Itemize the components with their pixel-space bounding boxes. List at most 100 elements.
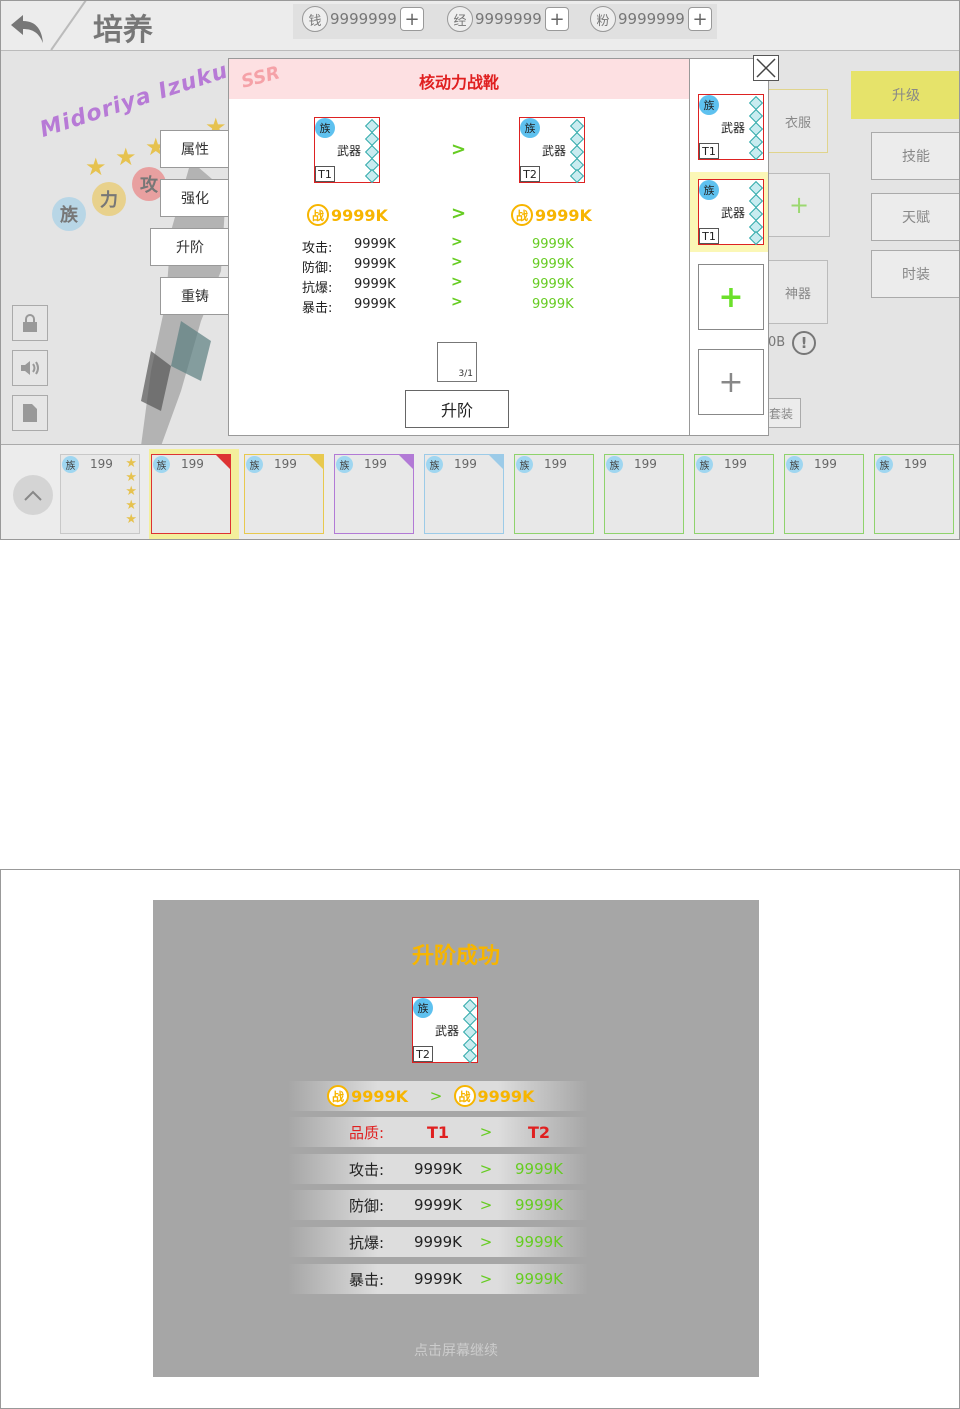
document-icon[interactable] <box>12 395 48 431</box>
power-next: 战 9999K <box>511 204 592 226</box>
stat-next: 9999K <box>514 1160 563 1178</box>
item-slot[interactable]: 族 199 <box>694 454 774 534</box>
add-equip-button-empty[interactable]: + <box>698 349 764 415</box>
stat-label: 抗爆: <box>348 1233 384 1252</box>
item-slot[interactable]: 族 199 <box>784 454 864 534</box>
stat-next: 9999K <box>532 277 574 292</box>
equip-card-current: 族 武器 T1 <box>314 117 380 184</box>
fans-icon: 粉 <box>590 6 616 32</box>
power-value: 9999K <box>351 1086 408 1106</box>
chevron-up-icon[interactable] <box>13 475 53 515</box>
arrow-icon: > <box>451 203 467 224</box>
menu-enhance[interactable]: 强化 <box>160 179 230 217</box>
stat-next: 9999K <box>514 1270 563 1288</box>
stat-next: 9999K <box>514 1233 563 1251</box>
item-slot[interactable]: 族 199 <box>604 454 684 534</box>
tab-talent[interactable]: 天赋 <box>871 193 959 241</box>
stat-label: 攻击: <box>302 241 333 256</box>
menu-reforge[interactable]: 重铸 <box>160 277 230 315</box>
menu-attributes[interactable]: 属性 <box>160 130 230 168</box>
item-level: 199 <box>364 457 387 471</box>
star-icon: ★ <box>115 143 137 171</box>
clothes-slot[interactable]: 衣服 <box>768 89 828 153</box>
info-icon[interactable]: ! <box>792 331 816 355</box>
arrow-icon: > <box>479 1270 493 1288</box>
item-bar: 族 199 ★ ★ ★ ★ ★ 族 199 族 199 族 199 族 199 族 199 族 199 族 199 族 19… <box>1 444 959 539</box>
arrow-icon: > <box>479 1123 493 1141</box>
power-icon: 战 <box>327 1085 350 1107</box>
stat-current: 9999K <box>413 1270 462 1288</box>
clan-icon: 族 <box>516 456 533 473</box>
add-fans-button[interactable]: + <box>688 7 712 31</box>
tap-to-continue[interactable]: 点击屏幕继续 <box>153 1340 759 1360</box>
stat-current: 9999K <box>413 1160 462 1178</box>
item-level: 199 <box>181 457 204 471</box>
tier-label: T2 <box>520 166 540 182</box>
equip-name: 武器 <box>336 144 361 158</box>
diamond-icon <box>462 1048 478 1064</box>
tier-label: T1 <box>699 143 719 159</box>
coin-icon: 钱 <box>302 6 328 32</box>
quality-label: 品质: <box>348 1123 384 1142</box>
currency-fans: 粉 9999999 + <box>590 6 712 32</box>
page-title: 培养 <box>93 13 153 48</box>
result-stat-row: 抗爆: 9999K > 9999K <box>288 1227 588 1257</box>
item-slot[interactable]: 族 199 <box>424 454 504 534</box>
rarity-corner <box>309 455 323 469</box>
equip-option-card-selected[interactable]: 族 武器 T1 <box>698 179 764 246</box>
add-coin-button[interactable]: + <box>400 7 424 31</box>
clan-icon: 族 <box>606 456 623 473</box>
item-slot[interactable]: 族 199 <box>151 454 231 534</box>
item-slot[interactable]: 族 199 <box>244 454 324 534</box>
tab-upgrade[interactable]: 升级 <box>851 71 959 119</box>
item-slot[interactable]: 族 199 ★ ★ ★ ★ ★ <box>60 454 140 534</box>
top-header: 培养 钱 9999999 + 经 9999999 + 粉 9999999 + <box>1 1 959 51</box>
equip-name: 武器 <box>720 206 745 220</box>
material-slot[interactable]: 3/1 <box>437 342 477 382</box>
lock-icon[interactable] <box>12 305 48 341</box>
exp-icon: 经 <box>447 6 473 32</box>
clan-icon: 族 <box>426 456 443 473</box>
currency-exp: 经 9999999 + <box>447 6 569 32</box>
add-exp-button[interactable]: + <box>545 7 569 31</box>
stat-next: 9999K <box>532 297 574 312</box>
currency-coin: 钱 9999999 + <box>302 6 424 32</box>
close-icon[interactable] <box>753 55 779 81</box>
exp-value: 9999999 <box>475 10 542 28</box>
item-slot[interactable]: 族 199 <box>874 454 954 534</box>
item-level: 199 <box>90 457 113 471</box>
result-panel[interactable]: 升阶成功 族 武器 T2 战 9999K > 战 9999K 品质: T1 > T2 <box>153 900 759 1377</box>
item-slot[interactable]: 族 199 <box>334 454 414 534</box>
tab-skills[interactable]: 技能 <box>871 132 959 180</box>
add-equip-slot[interactable]: + <box>768 173 830 237</box>
menu-advance[interactable]: 升阶 <box>150 228 230 266</box>
equip-option-card[interactable]: 族 武器 T1 <box>698 94 764 161</box>
fans-value: 9999999 <box>618 10 685 28</box>
clan-icon: 族 <box>315 118 335 138</box>
sound-icon[interactable] <box>12 350 48 386</box>
back-arrow-icon[interactable] <box>7 7 47 47</box>
cultivate-screen: 培养 钱 9999999 + 经 9999999 + 粉 9999999 + M… <box>0 0 960 540</box>
tab-fashion[interactable]: 时装 <box>871 250 959 298</box>
stat-label: 暴击: <box>302 301 333 316</box>
power-icon: 战 <box>307 204 329 226</box>
stat-current: 9999K <box>354 297 396 312</box>
clan-icon: 族 <box>876 456 893 473</box>
add-equip-button[interactable]: + <box>698 264 764 330</box>
advance-button[interactable]: 升阶 <box>405 390 509 428</box>
arrow-icon: > <box>451 254 463 270</box>
star-icon: ★ <box>125 498 137 513</box>
item-slot[interactable]: 族 199 <box>514 454 594 534</box>
quality-current: T1 <box>426 1122 450 1142</box>
equip-card-next: 族 武器 T2 <box>519 117 585 184</box>
power-icon: 战 <box>511 204 533 226</box>
power-next: 战 9999K <box>453 1085 534 1107</box>
artifact-slot[interactable]: 神器 <box>768 260 828 324</box>
rarity-corner <box>399 455 413 469</box>
clan-icon: 族 <box>413 998 433 1018</box>
power-badge: 力 <box>92 182 126 216</box>
clan-icon: 族 <box>336 456 353 473</box>
advance-result-screen[interactable]: 升阶成功 族 武器 T2 战 9999K > 战 9999K 品质: T1 > T2 <box>0 869 960 1409</box>
item-level: 199 <box>634 457 657 471</box>
tier-label: T1 <box>699 228 719 244</box>
